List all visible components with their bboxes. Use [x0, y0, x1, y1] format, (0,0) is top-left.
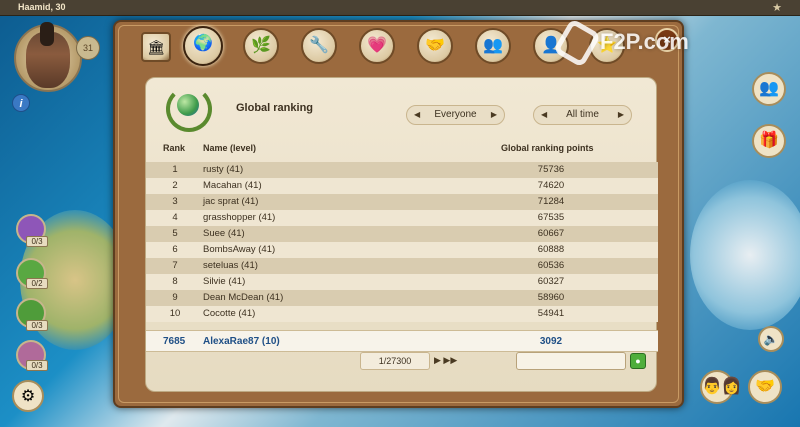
rank-cell: 10: [169, 308, 181, 319]
avatar-hair: [40, 22, 54, 46]
resource-count: 0/2: [26, 278, 48, 289]
menu-button[interactable]: ⚙: [12, 380, 44, 412]
rank-cell: 7: [172, 260, 178, 271]
name-cell: Suee (41): [203, 228, 245, 239]
search-go-button[interactable]: ●: [630, 353, 646, 369]
friends-icon[interactable]: 👥: [475, 28, 511, 64]
level-badge: 31: [76, 36, 100, 60]
page-title: Global ranking: [236, 102, 314, 114]
table-row: 2 Macahan (41) 74620: [146, 178, 658, 194]
handshake-icon[interactable]: 🤝: [417, 28, 453, 64]
points-cell: 74620: [537, 180, 565, 191]
resource-count: 0/3: [26, 320, 48, 331]
header-points: Global ranking points: [501, 143, 594, 153]
favorite-star-icon[interactable]: ★: [772, 1, 782, 14]
name-cell: rusty (41): [203, 164, 244, 175]
rank-cell: 3: [172, 196, 178, 207]
table-row: 4 grasshopper (41) 67535: [146, 210, 658, 226]
info-button[interactable]: i: [12, 94, 30, 112]
points-cell: 60888: [537, 244, 565, 255]
scope-value: Everyone: [434, 109, 477, 120]
time-selector[interactable]: ◀ All time ▶: [533, 105, 632, 125]
chest-icon[interactable]: 🏛: [141, 32, 171, 62]
points-cell: 71284: [537, 196, 565, 207]
heart-icon[interactable]: 💗: [359, 28, 395, 64]
points-cell: 60667: [537, 228, 565, 239]
name-cell: grasshopper (41): [203, 212, 276, 223]
arrow-right-icon[interactable]: ▶: [491, 106, 497, 124]
name-cell: BombsAway (41): [203, 244, 276, 255]
gift-button[interactable]: 🎁: [752, 124, 786, 158]
own-rank-row: 7685 AlexaRae87 (10) 3092: [146, 330, 658, 352]
rank-cell: 5: [172, 228, 178, 239]
name-cell: Dean McDean (41): [203, 292, 284, 303]
rank-cell: 1: [172, 164, 178, 175]
name-cell: seteluas (41): [203, 260, 258, 271]
table-row: 5 Suee (41) 60667: [146, 226, 658, 242]
rank-cell: 6: [172, 244, 178, 255]
resource-count: 0/3: [26, 236, 48, 247]
rank-cell: 8: [172, 276, 178, 287]
sound-button[interactable]: 🔈: [758, 326, 784, 352]
globe-icon[interactable]: 🌍: [183, 26, 223, 66]
own-name: AlexaRae87 (10): [203, 336, 280, 347]
ranking-table: 1 rusty (41) 75736 2 Macahan (41) 74620 3 jac s…: [146, 162, 658, 322]
friends-bottom-button[interactable]: 👨‍👩: [700, 370, 742, 404]
ranking-panel: Global ranking ◀ Everyone ▶ ◀ All time ▶…: [145, 77, 658, 392]
page-indicator: 1/27300: [360, 352, 430, 370]
points-cell: 58960: [537, 292, 565, 303]
name-cell: jac sprat (41): [203, 196, 259, 207]
name-cell: Silvie (41): [203, 276, 246, 287]
tools-icon[interactable]: 🔧: [301, 28, 337, 64]
f2p-logo-icon: [552, 18, 602, 68]
player-name: Haamid, 30: [18, 2, 66, 12]
handshake-button[interactable]: 🤝: [748, 370, 782, 404]
points-cell: 75736: [537, 164, 565, 175]
resource-count: 0/3: [26, 360, 48, 371]
arrow-right-icon[interactable]: ▶: [618, 106, 624, 124]
table-row: 3 jac sprat (41) 71284: [146, 194, 658, 210]
table-row: 1 rusty (41) 75736: [146, 162, 658, 178]
table-row: 9 Dean McDean (41) 58960: [146, 290, 658, 306]
ranking-window: 🏛 🌍 🌿 🔧 💗 🤝 👥 👤 ⭐ × Global ranking ◀ Eve…: [113, 20, 684, 408]
own-rank: 7685: [163, 336, 186, 347]
watermark: F2P.com: [552, 18, 689, 68]
arrow-left-icon[interactable]: ◀: [541, 106, 547, 124]
scope-selector[interactable]: ◀ Everyone ▶: [406, 105, 505, 125]
avatar[interactable]: [14, 22, 82, 92]
name-cell: Macahan (41): [203, 180, 262, 191]
rank-cell: 9: [172, 292, 178, 303]
leaf-icon[interactable]: 🌿: [243, 28, 279, 64]
name-cell: Cocotte (41): [203, 308, 256, 319]
points-cell: 67535: [537, 212, 565, 223]
header-name: Name (level): [203, 143, 257, 153]
friends-button[interactable]: 👥: [752, 72, 786, 106]
points-cell: 60327: [537, 276, 565, 287]
table-row: 10 Cocotte (41) 54941: [146, 306, 658, 322]
own-points: 3092: [539, 336, 563, 347]
arrow-left-icon[interactable]: ◀: [414, 106, 420, 124]
table-row: 6 BombsAway (41) 60888: [146, 242, 658, 258]
header-rank: Rank: [163, 143, 186, 153]
search-input[interactable]: [516, 352, 626, 370]
rank-cell: 2: [172, 180, 178, 191]
time-value: All time: [566, 109, 599, 120]
next-page-icon[interactable]: ▶ ▶▶: [434, 355, 457, 366]
island-right: [690, 180, 800, 330]
table-row: 7 seteluas (41) 60536: [146, 258, 658, 274]
points-cell: 54941: [537, 308, 565, 319]
wreath-icon: [162, 84, 216, 134]
rank-cell: 4: [172, 212, 178, 223]
table-row: 8 Silvie (41) 60327: [146, 274, 658, 290]
top-bar: Haamid, 30 ★: [0, 0, 800, 16]
points-cell: 60536: [537, 260, 565, 271]
